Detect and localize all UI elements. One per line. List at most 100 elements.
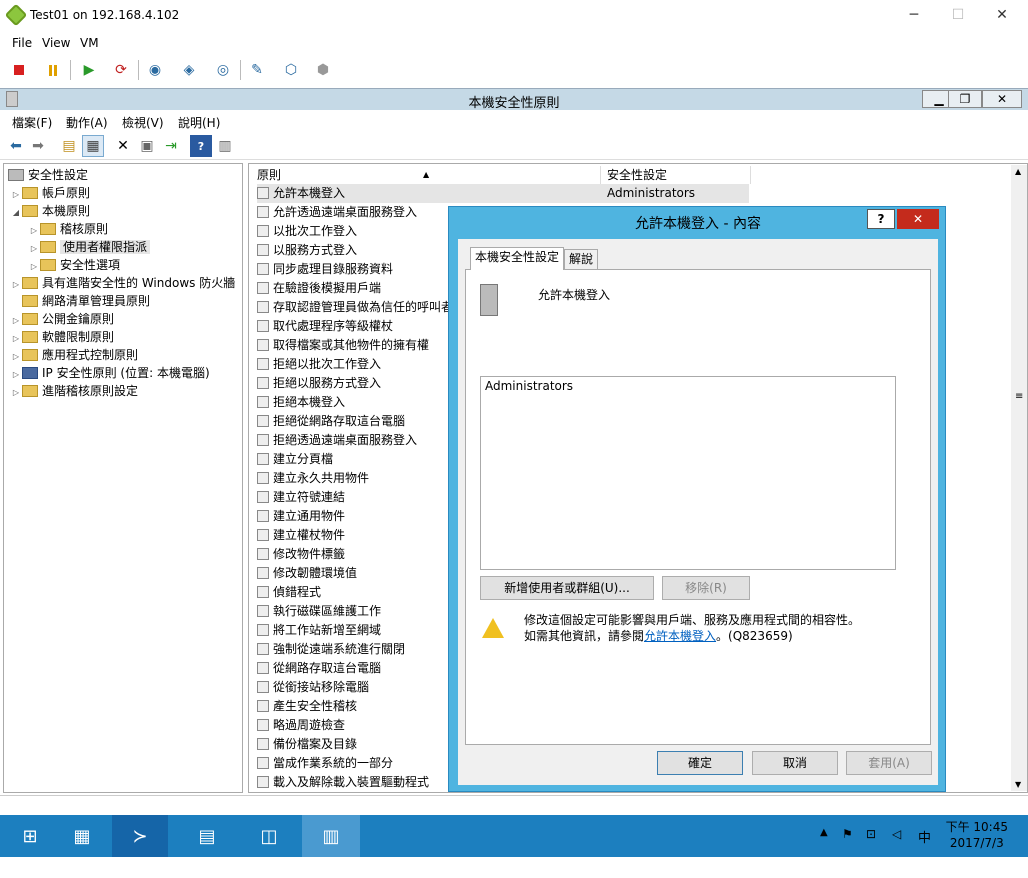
properties-icon[interactable]: ▣ xyxy=(136,135,158,157)
policy-help-link[interactable]: 允許本機登入 xyxy=(644,629,716,643)
column-header-setting[interactable]: 安全性設定 xyxy=(603,166,751,184)
table-row[interactable]: 略過周遊檢查 xyxy=(257,716,345,735)
close-button[interactable]: ✕ xyxy=(980,4,1024,26)
up-folder-icon[interactable]: ▤ xyxy=(58,135,80,157)
tree-item-network-list[interactable]: 網路清單管理員原則 xyxy=(10,292,150,310)
table-row[interactable]: 從銜接站移除電腦 xyxy=(257,678,369,697)
delete-icon[interactable]: ✕ xyxy=(112,135,134,157)
table-row[interactable]: 取代處理程序等級權杖 xyxy=(257,317,393,336)
tray-expand-icon[interactable]: ▲ xyxy=(820,827,828,838)
dialog-help-button[interactable]: ? xyxy=(867,209,895,229)
forward-icon[interactable]: ➡ xyxy=(27,135,49,157)
table-row[interactable]: 拒絕透過遠端桌面服務登入 xyxy=(257,431,417,450)
table-row[interactable]: 當成作業系統的一部分 xyxy=(257,754,393,773)
table-row[interactable]: 從網路存取這台電腦 xyxy=(257,659,381,678)
tree-item-user-rights[interactable]: ▷ 使用者權限指派 xyxy=(28,238,151,256)
action-center-icon[interactable]: ⚑ xyxy=(842,827,853,841)
menu-action[interactable]: 動作(A) xyxy=(66,114,108,131)
start-windows-icon[interactable]: ⊞ xyxy=(0,815,60,857)
table-row[interactable]: 拒絕以批次工作登入 xyxy=(257,355,381,374)
tree-item-firewall[interactable]: ▷ 具有進階安全性的 Windows 防火牆 xyxy=(10,274,235,292)
table-row[interactable]: 將工作站新增至網域 xyxy=(257,621,381,640)
scroll-down-icon[interactable]: ▼ xyxy=(1015,780,1021,789)
vertical-scrollbar[interactable]: ▲ ≡ ▼ xyxy=(1011,165,1027,791)
table-row[interactable]: 以服務方式登入 xyxy=(257,241,357,260)
connect-icon[interactable]: ⬡ xyxy=(280,59,302,81)
minimize-button[interactable]: ─ xyxy=(892,4,936,26)
network-icon[interactable]: ⊡ xyxy=(866,827,876,841)
table-row[interactable]: 存取認證管理員做為信任的呼叫者 xyxy=(257,298,453,317)
table-row[interactable]: 取得檔案或其他物件的擁有權 xyxy=(257,336,429,355)
expand-arrow-icon[interactable]: ▷ xyxy=(10,384,22,402)
table-row[interactable]: 拒絕以服務方式登入 xyxy=(257,374,381,393)
add-user-group-button[interactable]: 新增使用者或群組(U)... xyxy=(480,576,654,600)
tree-item-app-control[interactable]: ▷ 應用程式控制原則 xyxy=(10,346,138,364)
server-manager-icon[interactable]: ▦ xyxy=(52,815,112,857)
tree-item-advanced-audit[interactable]: ▷ 進階稽核原則設定 xyxy=(10,382,138,400)
tab-local-security-setting[interactable]: 本機安全性設定 xyxy=(470,247,565,270)
table-row[interactable]: 在驗證後模擬用戶端 xyxy=(257,279,381,298)
table-row[interactable]: 載入及解除載入裝置驅動程式 xyxy=(257,773,429,792)
table-row[interactable]: 執行磁碟區維護工作 xyxy=(257,602,381,621)
tab-explain[interactable]: 解說 xyxy=(564,249,599,269)
column-header-policy[interactable]: 原則 ▲ xyxy=(253,166,601,184)
export-icon[interactable]: ⇥ xyxy=(160,135,182,157)
power-off-icon[interactable] xyxy=(8,59,30,81)
table-row[interactable]: 拒絕從網路存取這台電腦 xyxy=(257,412,405,431)
file-explorer-icon[interactable]: ▤ xyxy=(178,815,236,857)
show-tree-icon[interactable]: ▦ xyxy=(82,135,104,157)
powershell-icon[interactable]: ≻ xyxy=(112,815,168,857)
mmc-close-button[interactable]: ✕ xyxy=(982,90,1022,108)
menu-view[interactable]: View xyxy=(42,36,70,50)
scroll-thumb-icon[interactable]: ≡ xyxy=(1015,391,1023,402)
table-row[interactable]: 備份檔案及目錄 xyxy=(257,735,357,754)
menu-view-zh[interactable]: 檢視(V) xyxy=(122,114,164,131)
tree-item-public-key[interactable]: ▷ 公開金鑰原則 xyxy=(10,310,114,328)
tree-item-local-policy[interactable]: ◢ 本機原則 xyxy=(10,202,90,220)
scroll-up-icon[interactable]: ▲ xyxy=(1015,167,1021,176)
revert-snapshot-icon[interactable]: ◈ xyxy=(178,59,200,81)
menu-help[interactable]: 說明(H) xyxy=(178,114,220,131)
show-action-pane-icon[interactable]: ▥ xyxy=(214,135,236,157)
control-panel-icon[interactable]: ◫ xyxy=(240,815,298,857)
table-row[interactable]: 以批次工作登入 xyxy=(257,222,357,241)
table-row[interactable]: 建立符號連結 xyxy=(257,488,345,507)
table-row[interactable]: 修改韌體環境值 xyxy=(257,564,357,583)
back-icon[interactable]: ⬅ xyxy=(5,135,27,157)
menu-file[interactable]: File xyxy=(12,36,32,50)
apply-button[interactable]: 套用(A) xyxy=(846,751,932,775)
menu-vm[interactable]: VM xyxy=(80,36,99,50)
maximize-button[interactable]: ☐ xyxy=(936,4,980,26)
suspend-icon[interactable] xyxy=(42,59,64,81)
table-row[interactable]: 產生安全性稽核 xyxy=(257,697,357,716)
tree-item-account-policy[interactable]: ▷ 帳戶原則 xyxy=(10,184,90,202)
power-on-icon[interactable]: ▶ xyxy=(78,59,100,81)
snapshot-manager-icon[interactable]: ◎ xyxy=(212,59,234,81)
table-row[interactable]: 建立永久共用物件 xyxy=(257,469,369,488)
table-row[interactable]: 建立分頁檔 xyxy=(257,450,333,469)
table-row[interactable]: 修改物件標籤 xyxy=(257,545,345,564)
help-icon[interactable]: ? xyxy=(190,135,212,157)
dialog-close-button[interactable]: ✕ xyxy=(897,209,939,229)
table-row[interactable]: 偵錯程式 xyxy=(257,583,321,602)
tree-item-security-options[interactable]: ▷ 安全性選項 xyxy=(28,256,120,274)
table-row[interactable]: 允許透過遠端桌面服務登入 xyxy=(257,203,417,222)
remove-button[interactable]: 移除(R) xyxy=(662,576,750,600)
table-row[interactable]: 強制從遠端系統進行關閉 xyxy=(257,640,405,659)
tree-item-audit-policy[interactable]: ▷ 稽核原則 xyxy=(28,220,108,238)
member-item[interactable]: Administrators xyxy=(481,377,895,395)
mmc-restore-button[interactable]: ❐ xyxy=(948,90,982,108)
ok-button[interactable]: 確定 xyxy=(657,751,743,775)
table-row[interactable]: 建立權杖物件 xyxy=(257,526,345,545)
disconnect-icon[interactable]: ⬢ xyxy=(312,59,334,81)
settings-icon[interactable]: ✎ xyxy=(246,59,268,81)
table-row[interactable]: 拒絕本機登入 xyxy=(257,393,345,412)
collapse-arrow-icon[interactable]: ◢ xyxy=(10,204,22,222)
tree-item-software-restriction[interactable]: ▷ 軟體限制原則 xyxy=(10,328,114,346)
cancel-button[interactable]: 取消 xyxy=(752,751,838,775)
menu-file-zh[interactable]: 檔案(F) xyxy=(12,114,52,131)
volume-muted-icon[interactable]: ◁ xyxy=(892,827,901,841)
tree-root[interactable]: 安全性設定 xyxy=(8,166,88,184)
snapshot-icon[interactable]: ◉ xyxy=(144,59,166,81)
clock[interactable]: 下午 10:45 2017/7/3 xyxy=(946,819,1008,851)
